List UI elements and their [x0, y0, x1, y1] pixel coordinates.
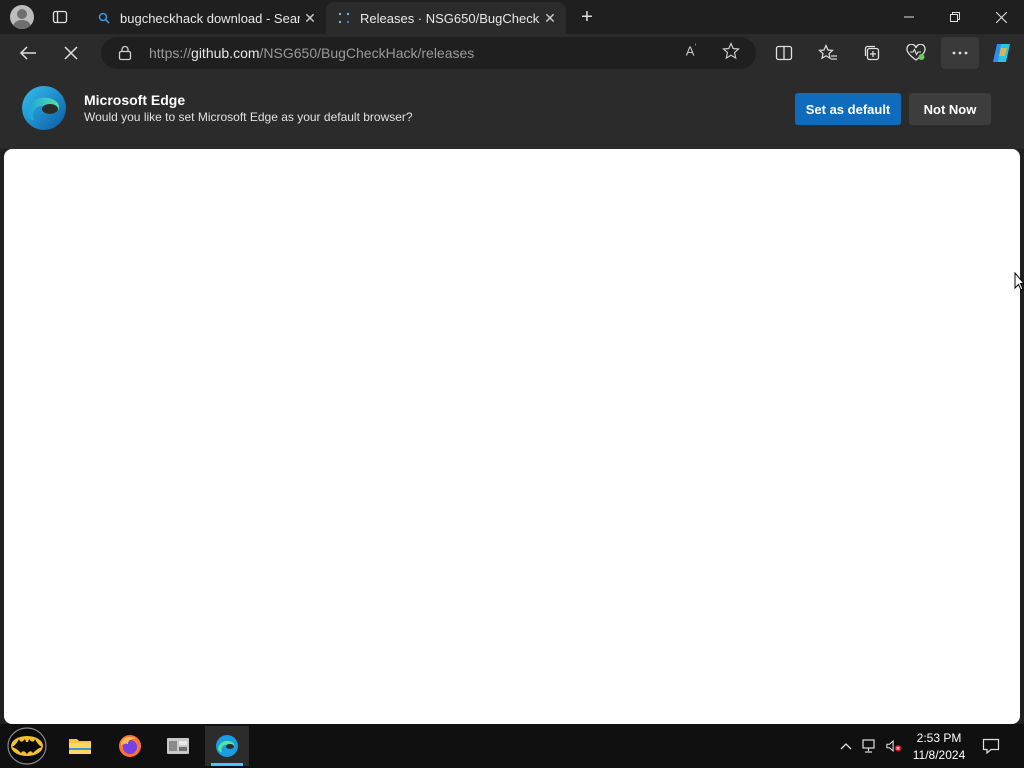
show-hidden-icons-icon[interactable] [838, 738, 854, 754]
set-as-default-button[interactable]: Set as default [795, 93, 901, 125]
favorites-icon[interactable] [814, 39, 842, 67]
volume-muted-icon[interactable] [886, 738, 902, 754]
close-window-icon[interactable] [978, 0, 1024, 34]
network-icon[interactable] [862, 738, 878, 754]
file-explorer-icon[interactable] [58, 726, 102, 766]
clock-time: 2:53 PM [916, 731, 962, 745]
system-clock[interactable]: 2:53 PM 11/8/2024 [906, 730, 972, 764]
tab-close-icon[interactable]: ✕ [300, 8, 320, 28]
split-screen-icon[interactable] [770, 39, 798, 67]
tab-label: Releases · NSG650/BugCheckHack [360, 10, 540, 26]
tab-bar: bugcheckhack download - Search ✕ Release… [0, 0, 1024, 34]
collections-icon[interactable] [858, 39, 886, 67]
edge-logo-icon [20, 84, 68, 132]
infobar-message: Would you like to set Microsoft Edge as … [84, 110, 413, 124]
profile-avatar-icon[interactable] [10, 5, 34, 29]
notification-center-icon[interactable] [980, 736, 1002, 756]
more-options-icon[interactable] [941, 37, 979, 69]
back-icon[interactable] [13, 38, 43, 68]
tab-actions-icon[interactable] [48, 6, 72, 28]
favorite-star-icon[interactable] [722, 42, 740, 60]
clock-date: 11/8/2024 [912, 748, 966, 762]
address-bar[interactable]: https://github.com/NSG650/BugCheckHack/r… [101, 37, 756, 69]
stop-loading-icon[interactable] [56, 38, 86, 68]
new-tab-icon[interactable]: + [576, 6, 598, 28]
url-text: https://github.com/NSG650/BugCheckHack/r… [149, 45, 475, 61]
tab-releases[interactable]: Releases · NSG650/BugCheckHack ✕ [326, 2, 566, 34]
minimize-icon[interactable] [886, 0, 932, 34]
tab-close-icon[interactable]: ✕ [540, 8, 560, 28]
browser-window: bugcheckhack download - Search ✕ Release… [0, 0, 1024, 768]
tab-search[interactable]: bugcheckhack download - Search ✕ [86, 2, 326, 34]
copilot-icon[interactable] [988, 39, 1016, 67]
edge-taskbar-icon[interactable] [205, 726, 249, 766]
lock-icon[interactable] [117, 45, 133, 61]
read-aloud-icon[interactable]: Aʼ [682, 42, 700, 60]
app-window-icon[interactable] [156, 726, 200, 766]
default-browser-infobar: Microsoft Edge Would you like to set Mic… [0, 72, 1024, 149]
not-now-button[interactable]: Not Now [909, 93, 991, 125]
restore-icon[interactable] [932, 0, 978, 34]
firefox-icon[interactable] [108, 726, 152, 766]
taskbar: 2:53 PM 11/8/2024 [0, 724, 1024, 768]
infobar-title: Microsoft Edge [84, 92, 186, 108]
loading-icon [336, 10, 352, 26]
browser-essentials-icon[interactable] [902, 39, 930, 67]
resize-cursor-icon [1014, 271, 1024, 292]
tab-label: bugcheckhack download - Search [120, 10, 300, 26]
navigation-bar: https://github.com/NSG650/BugCheckHack/r… [0, 34, 1024, 72]
search-icon [96, 10, 112, 26]
page-content[interactable] [4, 149, 1020, 724]
start-button-icon[interactable] [5, 726, 49, 766]
